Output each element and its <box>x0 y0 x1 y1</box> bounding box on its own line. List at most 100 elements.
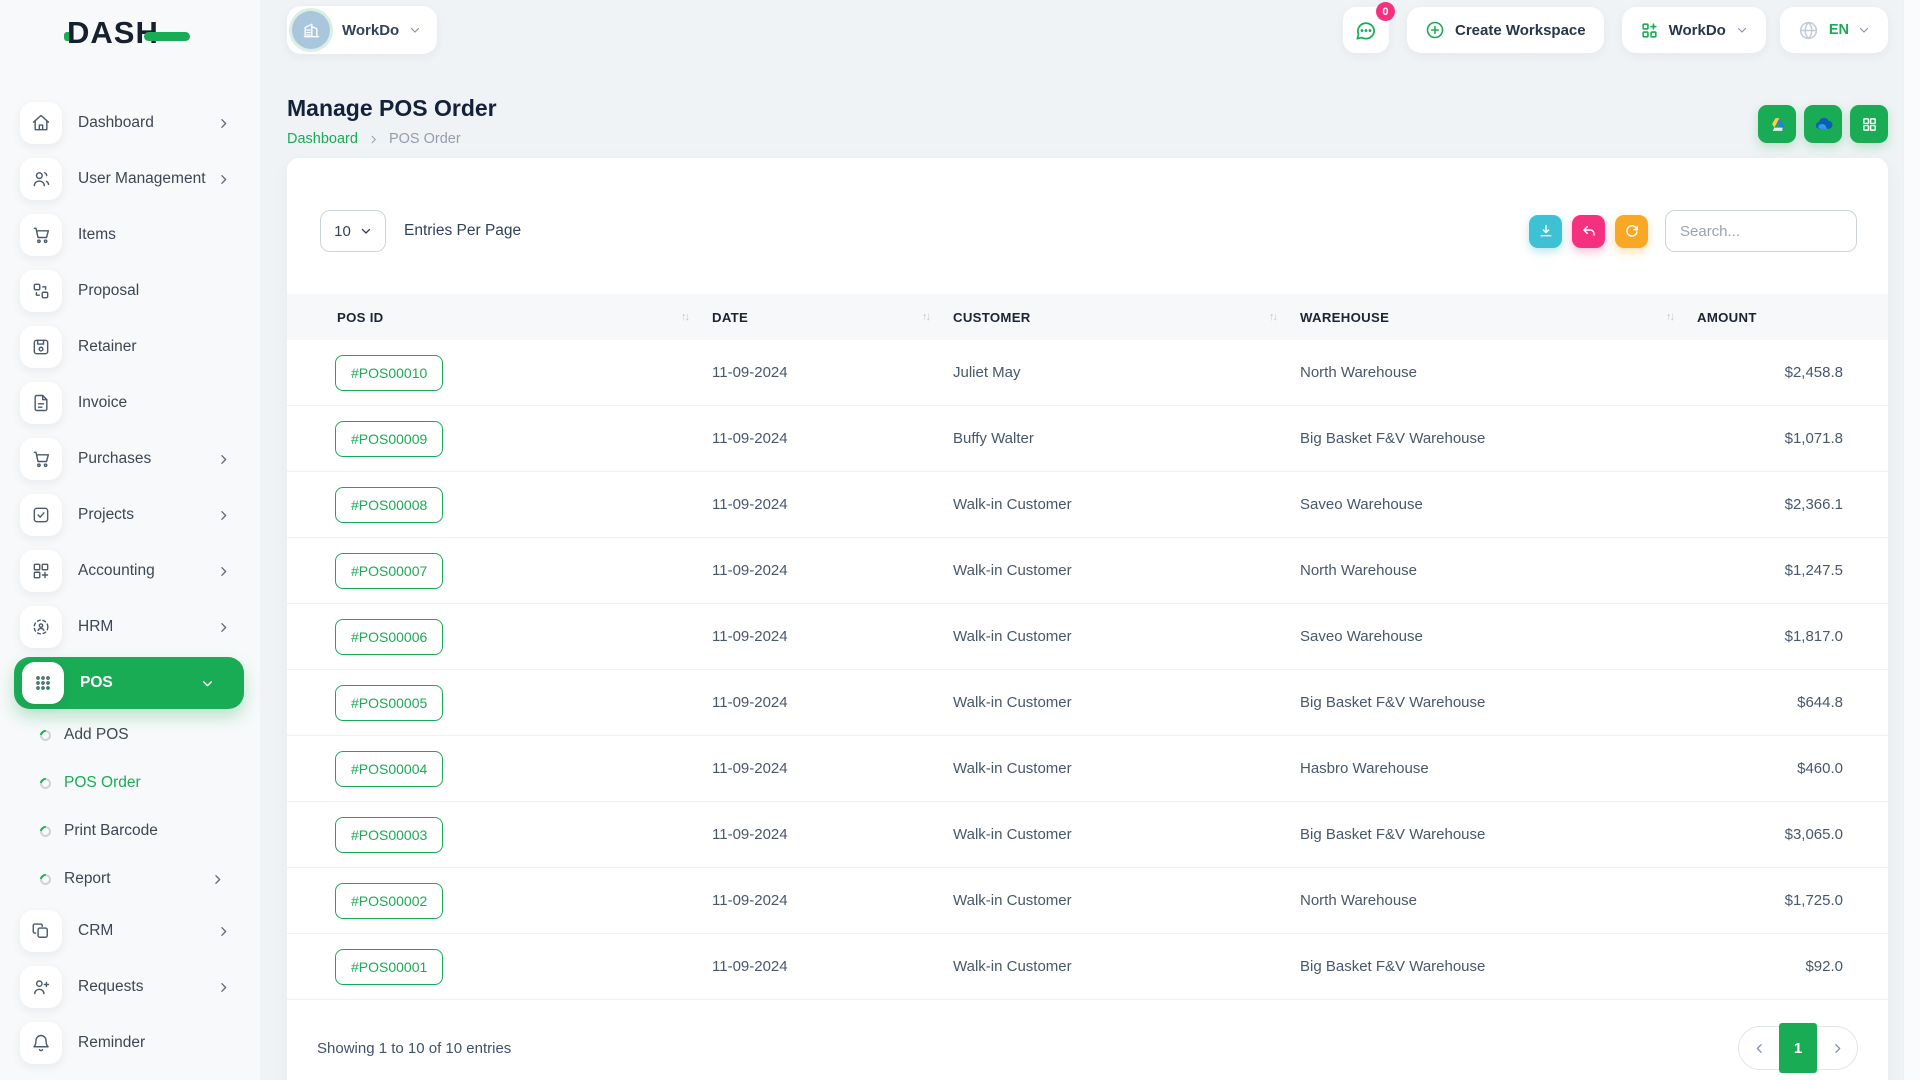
pos-id-badge[interactable]: #POS00004 <box>335 751 443 787</box>
sidebar-item-purchases[interactable]: Purchases <box>0 431 260 487</box>
grid-view-button[interactable] <box>1850 105 1888 143</box>
workdo-menu-button[interactable]: WorkDo <box>1622 7 1766 53</box>
order-date: 11-09-2024 <box>712 694 953 711</box>
sidebar-item-retainer[interactable]: Retainer <box>0 319 260 375</box>
sidebar-item-invoice[interactable]: Invoice <box>0 375 260 431</box>
pagination-page-1[interactable]: 1 <box>1779 1023 1817 1073</box>
pos-id-badge[interactable]: #POS00007 <box>335 553 443 589</box>
bullet-icon <box>38 727 53 742</box>
reset-button[interactable] <box>1572 215 1605 248</box>
order-date: 11-09-2024 <box>712 364 953 381</box>
page-header: Manage POS Order Dashboard POS Order <box>287 95 1888 147</box>
topbar: DASH WorkDo 0 Create Workspace WorkDo EN <box>0 0 1920 60</box>
sidebar-item-label: Requests <box>78 978 143 996</box>
column-header-pos-id[interactable]: POS ID↑↓ <box>287 310 712 325</box>
file-text-icon <box>20 382 62 424</box>
showing-entries-text: Showing 1 to 10 of 10 entries <box>317 1040 511 1057</box>
sidebar-item-dashboard[interactable]: Dashboard <box>0 95 260 151</box>
pos-id-badge[interactable]: #POS00005 <box>335 685 443 721</box>
check-square-icon <box>20 494 62 536</box>
sidebar-item-user-management[interactable]: User Management <box>0 151 260 207</box>
bell-icon <box>20 1022 62 1064</box>
table-body: #POS00010 11-09-2024 Juliet May North Wa… <box>287 340 1888 1000</box>
apps-grid-icon <box>1640 21 1659 40</box>
column-header-amount[interactable]: AMOUNT <box>1697 310 1888 325</box>
logo-accent-bar <box>144 32 190 41</box>
sidebar-item-crm[interactable]: CRM <box>0 903 260 959</box>
dash-logo[interactable]: DASH <box>64 15 190 51</box>
sidebar-item-add-pos[interactable]: Add POS <box>0 711 260 759</box>
sidebar-item-label: HRM <box>78 618 113 636</box>
export-download-button[interactable] <box>1529 215 1562 248</box>
sidebar-item-pos-order[interactable]: POS Order <box>0 759 260 807</box>
breadcrumb-dashboard-link[interactable]: Dashboard <box>287 131 358 147</box>
order-amount: $1,817.0 <box>1697 628 1888 645</box>
sidebar-item-reminder[interactable]: Reminder <box>0 1015 260 1071</box>
pos-id-badge[interactable]: #POS00009 <box>335 421 443 457</box>
pagination-prev-button[interactable] <box>1739 1026 1779 1070</box>
workspace-selector[interactable]: WorkDo <box>287 6 437 54</box>
bullet-icon <box>38 775 53 790</box>
chevron-right-icon <box>1831 1042 1844 1055</box>
warehouse-name: Big Basket F&V Warehouse <box>1300 958 1697 975</box>
plus-circle-icon <box>1425 20 1445 40</box>
chevron-down-icon <box>201 677 214 690</box>
order-amount: $1,725.0 <box>1697 892 1888 909</box>
warehouse-name: Hasbro Warehouse <box>1300 760 1697 777</box>
sidebar-item-report[interactable]: Report <box>0 855 260 903</box>
order-date: 11-09-2024 <box>712 628 953 645</box>
sidebar-item-items[interactable]: Items <box>0 207 260 263</box>
entries-per-page-label: Entries Per Page <box>404 222 521 240</box>
page-scrollbar[interactable] <box>1903 0 1920 1080</box>
pos-id-badge[interactable]: #POS00010 <box>335 355 443 391</box>
order-date: 11-09-2024 <box>712 958 953 975</box>
scan-user-icon <box>20 606 62 648</box>
page-title: Manage POS Order <box>287 95 1888 122</box>
grid-icon <box>1861 116 1878 133</box>
create-workspace-button[interactable]: Create Workspace <box>1407 7 1604 53</box>
sidebar-item-proposal[interactable]: Proposal <box>0 263 260 319</box>
chevron-down-icon <box>1736 24 1748 36</box>
pos-id-badge[interactable]: #POS00006 <box>335 619 443 655</box>
sidebar-item-label: POS Order <box>64 774 141 792</box>
home-icon <box>20 102 62 144</box>
column-header-date[interactable]: DATE↑↓ <box>712 310 953 325</box>
sidebar-item-label: Projects <box>78 506 134 524</box>
sort-icon: ↑↓ <box>681 311 688 323</box>
pos-id-badge[interactable]: #POS00002 <box>335 883 443 919</box>
google-drive-button[interactable] <box>1758 105 1796 143</box>
pos-id-badge[interactable]: #POS00008 <box>335 487 443 523</box>
column-header-customer[interactable]: CUSTOMER↑↓ <box>953 310 1300 325</box>
customer-name: Buffy Walter <box>953 430 1300 447</box>
order-amount: $644.8 <box>1697 694 1888 711</box>
table-row: #POS00001 11-09-2024 Walk-in Customer Bi… <box>287 934 1888 1000</box>
sidebar-item-hrm[interactable]: HRM <box>0 599 260 655</box>
onedrive-button[interactable] <box>1804 105 1842 143</box>
messages-button[interactable]: 0 <box>1343 7 1389 53</box>
globe-icon <box>1798 20 1819 41</box>
sidebar-item-requests[interactable]: Requests <box>0 959 260 1015</box>
chevron-right-icon <box>368 134 379 145</box>
bullet-icon <box>38 823 53 838</box>
search-input[interactable] <box>1665 210 1857 252</box>
create-workspace-label: Create Workspace <box>1455 22 1586 39</box>
chevron-down-icon <box>1858 24 1870 36</box>
chevron-left-icon <box>1753 1042 1766 1055</box>
pagination-next-button[interactable] <box>1817 1026 1857 1070</box>
entries-per-page-select[interactable]: 10 <box>320 210 386 252</box>
chevron-right-icon <box>217 925 230 938</box>
sidebar-item-accounting[interactable]: Accounting <box>0 543 260 599</box>
pos-id-badge[interactable]: #POS00001 <box>335 949 443 985</box>
sidebar-item-label: Accounting <box>78 562 155 580</box>
table-row: #POS00010 11-09-2024 Juliet May North Wa… <box>287 340 1888 406</box>
table-row: #POS00003 11-09-2024 Walk-in Customer Bi… <box>287 802 1888 868</box>
pos-id-badge[interactable]: #POS00003 <box>335 817 443 853</box>
chevron-right-icon <box>217 565 230 578</box>
sidebar-item-projects[interactable]: Projects <box>0 487 260 543</box>
sidebar-item-print-barcode[interactable]: Print Barcode <box>0 807 260 855</box>
language-selector[interactable]: EN <box>1780 7 1888 53</box>
refresh-button[interactable] <box>1615 215 1648 248</box>
chat-icon <box>1354 19 1377 42</box>
column-header-warehouse[interactable]: WAREHOUSE↑↓ <box>1300 310 1697 325</box>
sidebar-item-pos[interactable]: POS <box>14 657 244 709</box>
